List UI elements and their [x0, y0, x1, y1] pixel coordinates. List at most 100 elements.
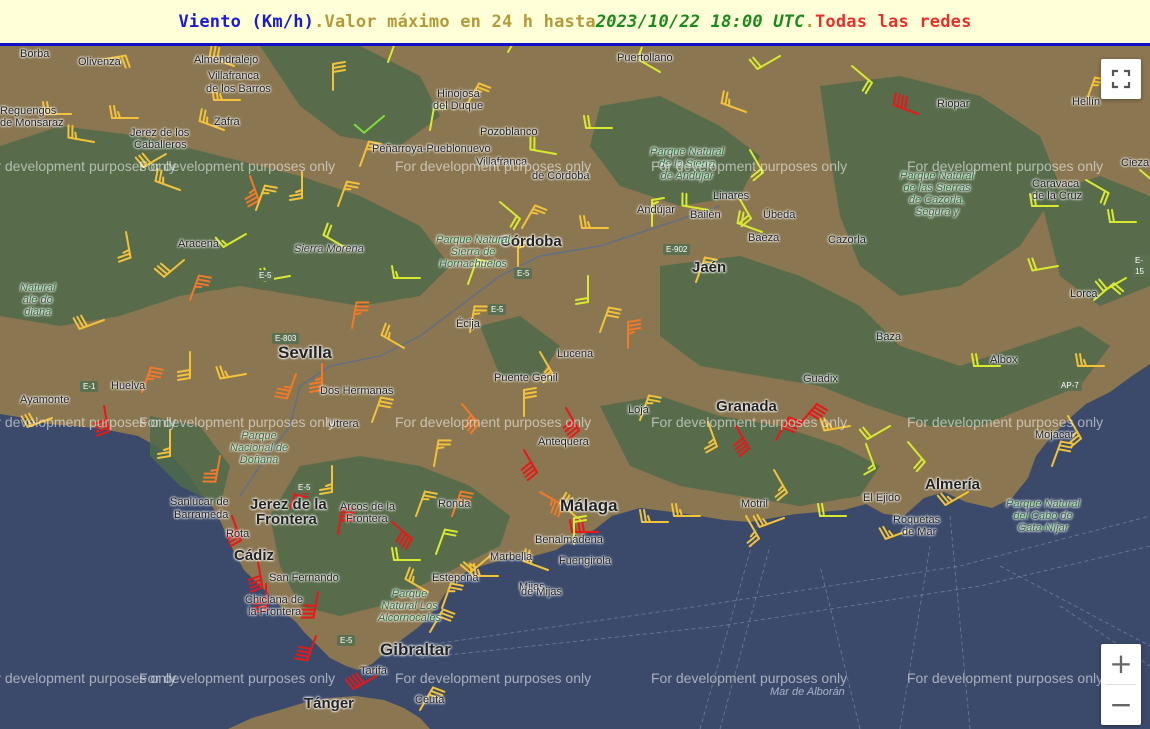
development-watermark: For development purposes only: [651, 414, 848, 430]
period-description: Valor máximo en 24 h hasta: [324, 11, 596, 32]
wind-barb-feather: [210, 468, 219, 472]
park-label-line: Natural: [20, 282, 56, 294]
place-label: Zafra: [214, 116, 240, 128]
development-watermark: For development purposes only: [907, 158, 1104, 174]
place-label: Linares: [713, 190, 750, 202]
place-label: Lucena: [557, 348, 594, 360]
place-label: Antequera: [538, 436, 589, 448]
place-label: de Mijas: [521, 586, 562, 598]
place-label: Barrameda: [174, 509, 229, 521]
road-shield: E-5: [514, 268, 533, 279]
place-label: Villafranca: [208, 70, 260, 82]
place-label: Málaga: [560, 496, 618, 515]
place-label: Bailén: [690, 209, 721, 221]
road-shield: E-5: [337, 635, 356, 646]
park-label-line: Parque: [241, 430, 277, 442]
road-shield: E-15: [1132, 255, 1150, 277]
wind-barb-feather: [387, 331, 391, 340]
place-label: El Ejido: [863, 492, 901, 504]
place-label: de la Cruz: [1032, 190, 1083, 202]
mountain-range-label: Sierra Morena: [294, 243, 364, 255]
wind-barb-feather: [411, 575, 415, 584]
development-watermark: For development purposes only: [651, 670, 848, 686]
place-label: Puente Genil: [494, 372, 558, 384]
place-label: Loja: [628, 404, 649, 416]
road-shield: E-5: [295, 482, 314, 493]
place-label: Úbeda: [763, 209, 796, 221]
park-label-line: Alcornocales: [378, 612, 441, 624]
park-label: Parque Nacional de Doñana: [230, 430, 288, 466]
zoom-control: + −: [1101, 644, 1141, 725]
park-label: Parque Natural del Cabo de Gata-Níjar: [1006, 498, 1080, 534]
place-label: Sevilla: [278, 343, 332, 362]
place-label: Hellín: [1072, 96, 1101, 108]
wind-barb-feather: [530, 211, 539, 215]
park-label-line: Nacional de: [230, 442, 289, 454]
place-label: Tánger: [304, 695, 355, 712]
place-label: de los Barros: [206, 83, 271, 95]
place-label: Hinojosa: [437, 88, 480, 100]
development-watermark: For development purposes only: [139, 670, 336, 686]
place-label: Olivenza: [78, 56, 121, 68]
place-label: Dos Hermanas: [320, 385, 394, 397]
place-label: Motril: [741, 498, 768, 510]
place-label: Gibraltar: [380, 640, 451, 659]
park-label: Parque Natural Los Alcornocales: [378, 588, 441, 624]
title-separator: .: [314, 11, 325, 32]
place-label: Arcos de la: [340, 501, 396, 513]
place-label: Peñarroya-Pueblonuevo: [372, 143, 491, 155]
place-label: Pozoblanco: [480, 126, 538, 138]
development-watermark: For development purposes only: [907, 414, 1104, 430]
zoom-in-button[interactable]: +: [1101, 644, 1141, 684]
sea-label: Mar de Alborán: [770, 686, 845, 698]
development-watermark: For development purposes only: [395, 414, 592, 430]
place-label: Estepona: [432, 572, 479, 584]
place-label: Baeza: [748, 232, 780, 244]
wind-barb-feather: [353, 312, 362, 316]
place-label: Tarifa: [360, 665, 387, 677]
place-label: Cádiz: [234, 547, 275, 564]
road-shield: E-5: [256, 270, 275, 281]
place-label: Guadix: [803, 373, 838, 385]
place-label: Ayamonte: [20, 394, 70, 406]
fullscreen-button[interactable]: [1101, 59, 1141, 99]
place-label: Puertollano: [617, 52, 673, 64]
development-watermark: For development purposes only: [395, 158, 592, 174]
wind-barb-feather: [74, 131, 78, 140]
place-label: Aracena: [178, 238, 219, 250]
zoom-out-button[interactable]: −: [1101, 685, 1141, 725]
place-label: Jerez de los: [130, 127, 190, 139]
place-label: del Duque: [433, 100, 484, 112]
place-label: Albox: [990, 354, 1018, 366]
map-title-bar: Viento (Km/h). Valor máximo en 24 h hast…: [0, 0, 1150, 46]
development-watermark: For development purposes only: [395, 670, 592, 686]
place-label: Ronda: [438, 498, 471, 510]
park-label: Natural ale do diana: [20, 282, 55, 318]
place-label: Roquetas: [893, 514, 941, 526]
park-label-line: de Cazorla,: [908, 194, 966, 206]
place-label: Frontera: [256, 511, 317, 528]
park-label-line: del Cabo de: [1013, 510, 1073, 522]
wind-map[interactable]: Borba Olivenza Almendralejo Villafranca de l…: [0, 46, 1150, 729]
park-label-line: Gata-Níjar: [1017, 522, 1069, 534]
park-label: Parque Natural de las Sierras de Cazorla, S…: [900, 170, 974, 218]
road-shield: AP-7: [1058, 380, 1082, 391]
place-label: Reguengos: [0, 105, 57, 117]
development-watermark: For development purposes only: [651, 158, 848, 174]
place-label: Andújar: [637, 204, 675, 216]
wind-barb-feather: [472, 312, 481, 316]
place-label: Lorca: [1070, 288, 1098, 300]
place-label: Huelva: [111, 380, 146, 392]
network-label: Todas las redes: [815, 11, 972, 32]
place-label: Rota: [226, 528, 250, 540]
place-label: Cazorla: [828, 234, 866, 246]
place-label: Cieza: [1121, 157, 1150, 169]
road-shield: E-5: [488, 304, 507, 315]
wind-barb-feather: [436, 446, 445, 450]
place-label: San Fernando: [269, 572, 339, 584]
road-shield: E-803: [272, 333, 300, 344]
place-label: Borba: [20, 48, 50, 60]
place-label: la Frontera: [248, 606, 302, 618]
place-label: Benalmádena: [535, 534, 603, 546]
place-label: Caballeros: [134, 139, 187, 151]
